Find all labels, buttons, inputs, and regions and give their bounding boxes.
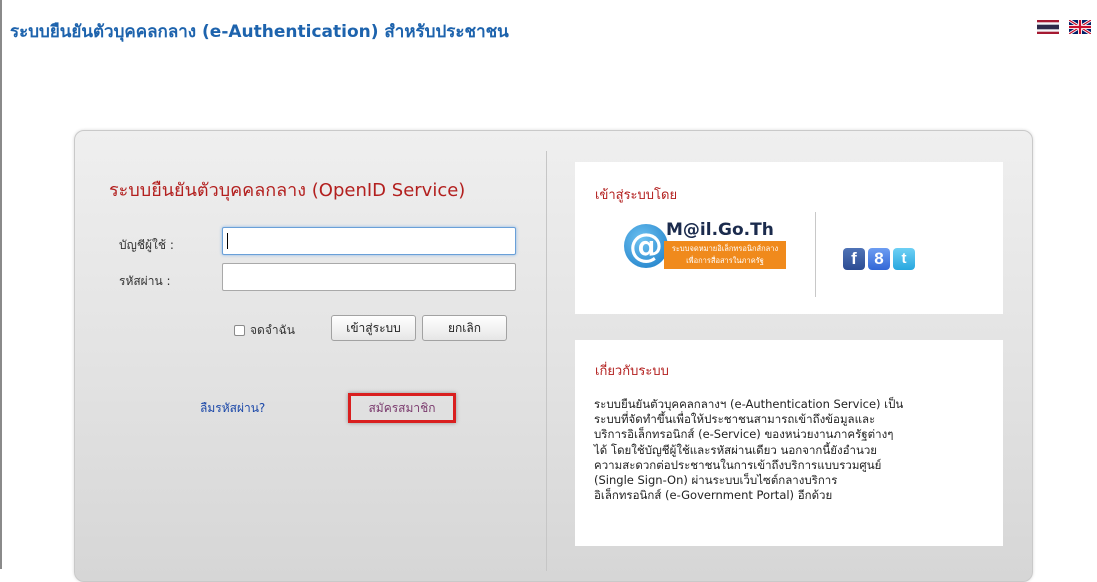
mail-logo-tagline: ระบบจดหมายอิเล็กทรอนิกส์กลาง เพื่อการสื่… <box>664 241 786 269</box>
at-sign-icon: @ <box>624 224 668 268</box>
login-via-card: เข้าสู่ระบบโดย @ M@il.Go.Th ระบบจดหมายอิ… <box>575 162 1003 314</box>
about-card: เกี่ยวกับระบบ ระบบยืนยันตัวบุคคลกลางฯ (e… <box>575 340 1003 546</box>
username-label: บัญชีผู้ใช้ : <box>119 238 174 252</box>
twitter-icon[interactable]: t <box>893 248 915 270</box>
mail-logo-name: M@il.Go.Th <box>666 220 774 240</box>
username-input[interactable] <box>222 227 516 255</box>
google-plus-icon[interactable]: 8 <box>868 248 890 270</box>
about-line: ระบบที่จัดทำขึ้นเพื่อให้ประชาชนสามารถเข้… <box>594 412 876 427</box>
about-line: ระบบยืนยันตัวบุคคลกลางฯ (e-Authenticatio… <box>594 397 904 411</box>
thai-flag-icon[interactable] <box>1037 20 1059 34</box>
cancel-button[interactable]: ยกเลิก <box>422 315 507 341</box>
register-link[interactable]: สมัครสมาชิก <box>368 399 435 418</box>
about-title: เกี่ยวกับระบบ <box>595 364 669 379</box>
remember-label: จดจำฉัน <box>250 323 295 337</box>
register-highlight: สมัครสมาชิก <box>348 393 456 423</box>
about-line: บริการอิเล็กทรอนิกส์ (e-Service) ของหน่ว… <box>594 427 894 442</box>
social-login: f 8 t <box>843 248 915 270</box>
about-line: (Single Sign-On) ผ่านระบบเว็บไซต์กลางบริ… <box>594 473 838 488</box>
password-label: รหัสผ่าน : <box>119 274 171 288</box>
about-line: อิเล็กทรอนิกส์ (e-Government Portal) อีก… <box>594 488 833 503</box>
remember-checkbox[interactable] <box>234 325 245 336</box>
about-description: ระบบยืนยันตัวบุคคลกลางฯ (e-Authenticatio… <box>594 397 990 503</box>
login-panel: ระบบยืนยันตัวบุคคลกลาง (OpenID Service) … <box>74 130 1033 582</box>
about-line: ความสะดวกต่อประชาชนในการเข้าถึงบริการแบบ… <box>594 457 882 472</box>
page-title: ระบบยืนยันตัวบุคคลกลาง (e-Authentication… <box>10 22 509 42</box>
uk-flag-icon[interactable] <box>1069 20 1091 34</box>
login-via-title: เข้าสู่ระบบโดย <box>595 188 678 203</box>
mail-logo-tagline-line1: ระบบจดหมายอิเล็กทรอนิกส์กลาง <box>671 244 779 253</box>
card-separator <box>815 212 816 297</box>
page-left-border <box>0 0 2 569</box>
password-input[interactable] <box>222 263 516 291</box>
language-switcher <box>1037 20 1091 34</box>
remember-me[interactable]: จดจำฉัน <box>234 321 295 340</box>
panel-divider <box>546 151 547 571</box>
forgot-password-link[interactable]: ลืมรหัสผ่าน? <box>200 399 265 418</box>
facebook-icon[interactable]: f <box>843 248 865 270</box>
text-caret <box>227 233 228 249</box>
login-title: ระบบยืนยันตัวบุคคลกลาง (OpenID Service) <box>109 180 466 201</box>
mail-go-th-logo[interactable]: @ M@il.Go.Th ระบบจดหมายอิเล็กทรอนิกส์กลา… <box>624 220 788 276</box>
login-button[interactable]: เข้าสู่ระบบ <box>331 315 416 341</box>
mail-logo-tagline-line2: เพื่อการสื่อสารในภาครัฐ <box>686 256 764 265</box>
about-line: ได้ โดยใช้บัญชีผู้ใช้และรหัสผ่านเดียว นอ… <box>594 442 878 457</box>
